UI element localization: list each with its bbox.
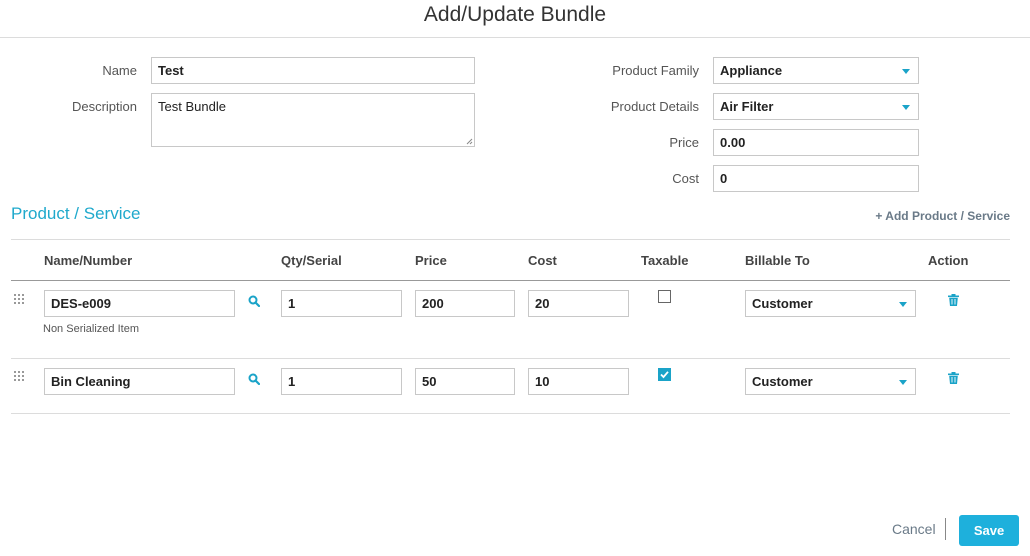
header-taxable: Taxable	[641, 253, 689, 268]
billable-to-value: Customer	[752, 296, 813, 311]
description-textarea[interactable]: Test Bundle	[151, 93, 475, 147]
description-label: Description	[71, 99, 137, 114]
footer-divider	[945, 518, 946, 540]
item-name-input[interactable]: DES-e009	[44, 290, 235, 317]
name-input[interactable]: Test	[151, 57, 475, 84]
save-button[interactable]: Save	[959, 515, 1019, 546]
cost-label: Cost	[672, 171, 699, 186]
product-details-select[interactable]: Air Filter	[713, 93, 919, 120]
chevron-down-icon	[902, 104, 910, 110]
header-billable-to: Billable To	[745, 253, 810, 268]
product-family-value: Appliance	[720, 63, 783, 78]
section-title: Product / Service	[11, 204, 141, 223]
item-name-input[interactable]: Bin Cleaning	[44, 368, 235, 395]
chevron-down-icon	[902, 68, 910, 74]
item-price-input[interactable]: 50	[415, 368, 515, 395]
search-icon[interactable]	[248, 295, 260, 307]
header-price: Price	[415, 253, 447, 268]
table-top-divider	[11, 239, 1010, 240]
price-input[interactable]: 0.00	[713, 129, 919, 156]
dialog-title: Add/Update Bundle	[0, 0, 1030, 38]
product-details-label: Product Details	[610, 99, 699, 114]
billable-to-select[interactable]: Customer	[745, 368, 916, 395]
header-action: Action	[928, 253, 969, 268]
header-qty-serial: Qty/Serial	[281, 253, 342, 268]
row-divider	[11, 358, 1010, 359]
cancel-button[interactable]: Cancel	[892, 521, 936, 537]
product-family-select[interactable]: Appliance	[713, 57, 919, 84]
item-note: Non Serialized Item	[43, 323, 139, 335]
resize-handle-icon[interactable]	[466, 138, 473, 145]
item-price-input[interactable]: 200	[415, 290, 515, 317]
chevron-down-icon	[899, 379, 907, 385]
checkmark-icon	[660, 371, 669, 379]
drag-handle-icon[interactable]	[14, 294, 26, 306]
description-text: Test Bundle	[158, 99, 226, 114]
product-details-value: Air Filter	[720, 99, 774, 114]
name-label: Name	[102, 63, 137, 78]
drag-handle-icon[interactable]	[14, 371, 26, 383]
taxable-checkbox[interactable]	[658, 368, 671, 381]
item-cost-input[interactable]: 20	[528, 290, 629, 317]
taxable-checkbox[interactable]	[658, 290, 671, 303]
product-family-label: Product Family	[612, 63, 699, 78]
price-label: Price	[669, 135, 699, 150]
add-product-service-link[interactable]: + Add Product / Service	[875, 209, 1010, 223]
billable-to-select[interactable]: Customer	[745, 290, 916, 317]
qty-input[interactable]: 1	[281, 290, 402, 317]
cost-input[interactable]: 0	[713, 165, 919, 192]
trash-icon[interactable]	[948, 372, 959, 384]
header-name-number: Name/Number	[44, 253, 133, 268]
chevron-down-icon	[899, 301, 907, 307]
trash-icon[interactable]	[948, 294, 959, 306]
header-divider	[11, 280, 1010, 281]
billable-to-value: Customer	[752, 374, 813, 389]
qty-input[interactable]: 1	[281, 368, 402, 395]
row-divider	[11, 413, 1010, 414]
search-icon[interactable]	[248, 373, 260, 385]
item-cost-input[interactable]: 10	[528, 368, 629, 395]
header-cost: Cost	[528, 253, 557, 268]
